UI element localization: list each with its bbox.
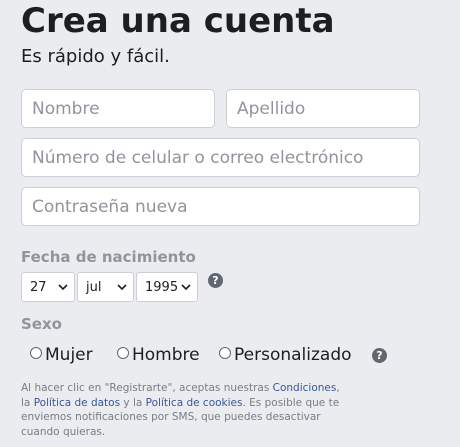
page-subtitle: Es rápido y fácil. — [21, 46, 170, 67]
contact-input[interactable]: Número de celular o correo electrónico — [21, 138, 420, 177]
page-title: Crea una cuenta — [21, 1, 335, 41]
birthday-month-select[interactable]: jul — [77, 272, 134, 302]
first-name-input[interactable]: Nombre — [21, 89, 215, 128]
gender-option-hombre[interactable]: Hombre — [117, 345, 200, 365]
last-name-input[interactable]: Apellido — [226, 89, 420, 128]
birthday-month-value: jul — [86, 279, 102, 295]
password-placeholder: Contraseña nueva — [32, 196, 188, 217]
birthday-year-select[interactable]: 1995 — [136, 272, 198, 302]
gender-label: Sexo — [21, 315, 62, 333]
chevron-down-icon — [181, 284, 191, 291]
birthday-year-value: 1995 — [145, 279, 179, 295]
gender-option-mujer[interactable]: Mujer — [30, 345, 93, 365]
gender-option-personalizado[interactable]: Personalizado — [219, 345, 352, 365]
gender-option-label: Hombre — [132, 345, 200, 365]
legal-text: Al hacer clic en "Registrarte", aceptas … — [21, 381, 341, 439]
birthday-label: Fecha de nacimiento — [21, 248, 196, 266]
birthday-help-icon[interactable]: ? — [208, 273, 223, 288]
cookie-policy-link[interactable]: Política de cookies — [146, 397, 243, 409]
first-name-placeholder: Nombre — [32, 98, 100, 119]
chevron-down-icon — [58, 284, 68, 291]
radio-button[interactable] — [117, 347, 129, 359]
legal-text-part: y la — [120, 396, 146, 409]
radio-button[interactable] — [219, 347, 231, 359]
gender-option-label: Mujer — [45, 345, 93, 365]
legal-text-part: Al hacer clic en "Registrarte", aceptas … — [21, 382, 273, 394]
contact-placeholder: Número de celular o correo electrónico — [32, 147, 364, 168]
birthday-day-value: 27 — [30, 279, 47, 295]
terms-link[interactable]: Condiciones — [273, 382, 337, 394]
gender-help-icon[interactable]: ? — [372, 348, 387, 363]
chevron-down-icon — [117, 284, 127, 291]
birthday-day-select[interactable]: 27 — [21, 272, 75, 302]
password-input[interactable]: Contraseña nueva — [21, 187, 420, 226]
last-name-placeholder: Apellido — [237, 98, 306, 119]
gender-option-label: Personalizado — [234, 345, 352, 365]
data-policy-link[interactable]: Política de datos — [34, 397, 120, 409]
radio-button[interactable] — [30, 347, 42, 359]
